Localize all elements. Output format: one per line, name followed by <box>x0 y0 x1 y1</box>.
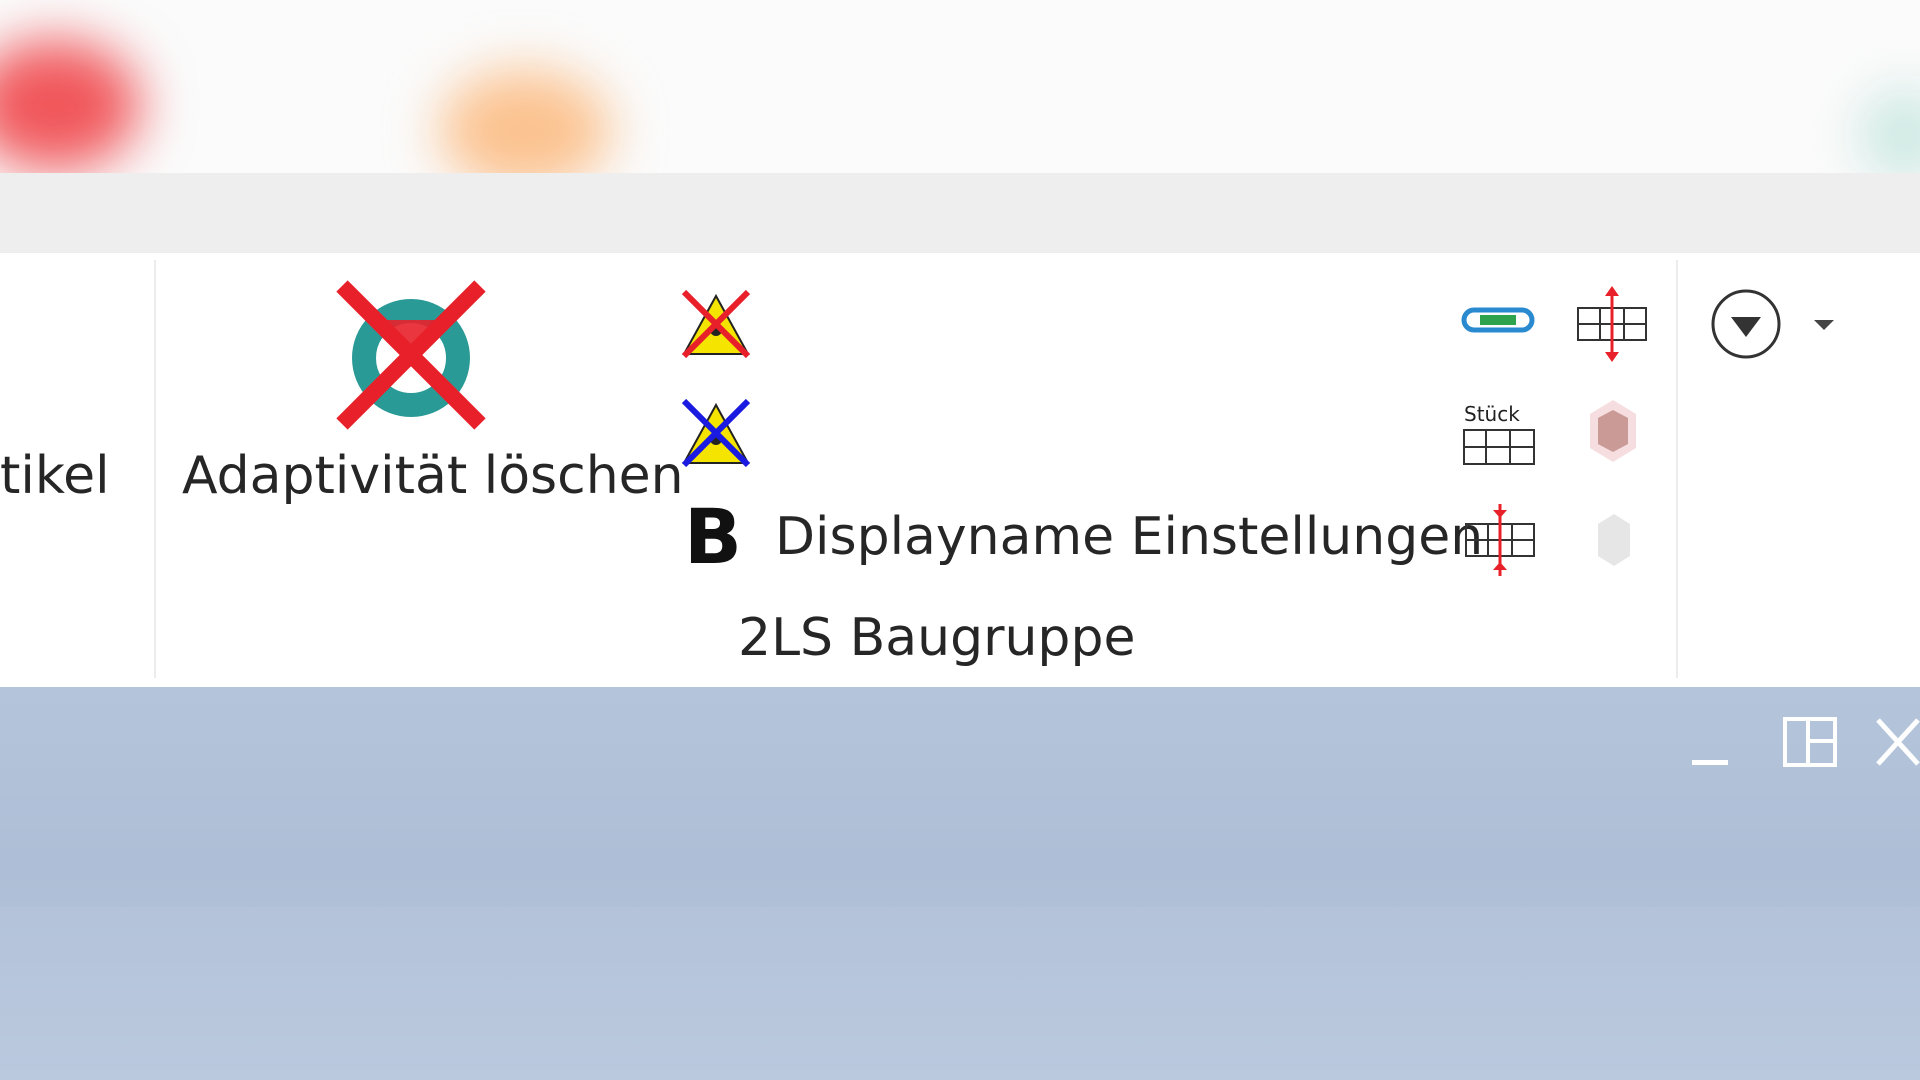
hexagon-disabled-icon[interactable] <box>1596 512 1632 568</box>
stueck-table-button[interactable]: Stück <box>1460 402 1540 468</box>
blurred-orange-blob <box>440 70 610 173</box>
restore-icon[interactable] <box>1782 716 1838 768</box>
bold-b-icon: B <box>684 492 742 581</box>
table-icon <box>1463 429 1535 465</box>
split-resize-icon[interactable] <box>1572 286 1652 362</box>
close-icon[interactable] <box>1874 716 1920 768</box>
blurred-teal-blob <box>1860 90 1920 173</box>
minimize-icon[interactable] <box>1688 752 1732 772</box>
document-area <box>0 687 1920 1080</box>
document-area-band <box>0 907 1920 1080</box>
ribbon-group-title: 2LS Baugruppe <box>738 608 1136 668</box>
stueck-label: Stück <box>1464 402 1520 426</box>
displayname-settings-button[interactable]: B Displayname Einstellungen <box>680 492 1483 585</box>
hexagon-icon[interactable] <box>1588 398 1638 464</box>
blurred-red-blob <box>0 40 140 170</box>
adaptivity-delete-icon <box>336 280 486 430</box>
dropdown-caret-icon <box>1814 320 1834 330</box>
ribbon-tab-bar <box>0 173 1920 253</box>
chain-link-icon[interactable] <box>1460 300 1536 340</box>
ribbon-expand-button[interactable] <box>1708 286 1838 362</box>
top-blurred-strip <box>0 0 1920 173</box>
displayname-settings-label: Displayname Einstellungen <box>775 507 1484 567</box>
adaptivity-delete-button[interactable]: Adaptivität löschen <box>176 275 684 515</box>
merge-resize-icon[interactable] <box>1460 502 1540 578</box>
ribbon-separator-left <box>154 260 156 678</box>
remove-constraint-red-icon[interactable] <box>678 286 754 362</box>
remove-constraint-blue-icon[interactable] <box>678 395 754 471</box>
partial-button-label[interactable]: tikel <box>0 450 110 502</box>
circle-down-arrow-icon <box>1711 289 1781 359</box>
adaptivity-delete-label: Adaptivität löschen <box>182 446 684 506</box>
ribbon-separator-right <box>1676 260 1678 678</box>
